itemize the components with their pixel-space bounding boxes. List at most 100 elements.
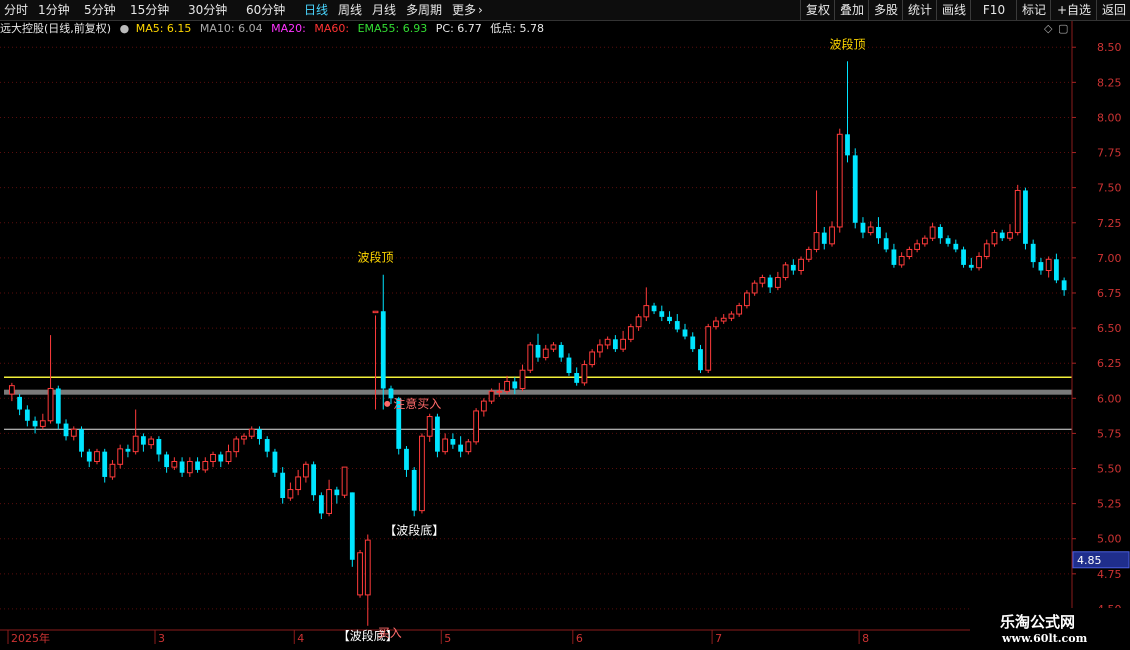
more-chevron-icon[interactable]: › [478, 0, 483, 20]
watermark-title: 乐淘公式网 [1000, 613, 1076, 631]
period-tab-7[interactable]: 周线 [338, 0, 362, 20]
candle-93 [728, 311, 735, 322]
candle-59 [465, 439, 472, 455]
candle-106 [829, 221, 835, 247]
candle-body-8 [70, 428, 77, 437]
candle-64 [504, 375, 510, 395]
period-tab-8[interactable]: 月线 [372, 0, 396, 20]
candle-body-68 [535, 344, 541, 358]
y-tick-label-6: 6.00 [1097, 392, 1122, 405]
candle-78 [612, 335, 618, 352]
candle-84 [659, 305, 665, 322]
candlestick-chart[interactable]: 4.504.755.005.255.505.756.006.256.506.75… [0, 0, 1130, 650]
candle-122 [953, 239, 959, 253]
candle-body-99 [774, 277, 781, 288]
y-tick-label-10: 7.00 [1097, 252, 1122, 265]
window-icon[interactable]: ▢ [1058, 22, 1068, 35]
candle-body-22 [179, 461, 185, 473]
candle-72 [566, 353, 572, 376]
candle-body-134 [1045, 258, 1052, 272]
period-tab-10[interactable]: 更多 [452, 0, 476, 20]
toolbar-button-4[interactable]: 画线 [936, 0, 971, 20]
candle-body-89 [698, 349, 703, 371]
period-tab-9[interactable]: 多周期 [406, 0, 442, 20]
candle-body-104 [813, 232, 820, 250]
candle-body-51 [404, 448, 409, 470]
candle-body-67 [527, 344, 534, 371]
candle-body-1 [17, 396, 23, 410]
period-tab-4[interactable]: 30分钟 [188, 0, 227, 20]
candle-17 [141, 433, 146, 452]
candle-body-2 [24, 409, 30, 421]
candle-body-58 [458, 444, 464, 452]
period-tab-0[interactable]: 分时 [4, 0, 28, 20]
toolbar-button-0[interactable]: 复权 [800, 0, 835, 20]
candle-56 [442, 433, 449, 455]
candle-132 [1030, 239, 1036, 268]
candle-body-24 [195, 461, 200, 470]
toolbar-button-7[interactable]: +自选 [1050, 0, 1097, 20]
toolbar-button-1[interactable]: 叠加 [834, 0, 869, 20]
candle-body-130 [1014, 189, 1021, 234]
period-tab-2[interactable]: 5分钟 [84, 0, 116, 20]
candle-body-14 [117, 448, 124, 465]
candle-body-135 [1053, 259, 1059, 281]
candle-51 [404, 446, 409, 477]
period-tab-6[interactable]: 日线 [304, 0, 328, 20]
candle-22 [179, 457, 185, 477]
candle-body-62 [488, 390, 495, 402]
annotation-2: 注意买入 [393, 396, 441, 411]
candle-body-132 [1030, 243, 1036, 263]
candle-70 [550, 342, 557, 352]
diamond-icon[interactable]: ◇ [1044, 22, 1052, 35]
ma20-readout: MA20: [271, 22, 306, 35]
candle-body-69 [542, 348, 549, 359]
candle-body-9 [79, 429, 84, 452]
period-tab-1[interactable]: 1分钟 [38, 0, 70, 20]
grid-lines [0, 46, 1072, 610]
candle-body-7 [63, 423, 69, 437]
candle-body-60 [473, 410, 480, 443]
candle-body-122 [953, 243, 959, 250]
candle-body-107 [836, 133, 843, 228]
candle-134 [1045, 256, 1052, 278]
candle-99 [774, 271, 781, 291]
period-tab-3[interactable]: 15分钟 [130, 0, 169, 20]
candle-58 [458, 436, 464, 458]
toolbar-button-6[interactable]: 标记 [1016, 0, 1051, 20]
candle-body-12 [102, 451, 108, 477]
candle-body-105 [821, 232, 827, 244]
candle-68 [535, 333, 541, 362]
y-tick-label-9: 6.75 [1097, 287, 1122, 300]
candle-7 [63, 419, 69, 441]
candle-body-55 [435, 416, 440, 452]
candle-31 [248, 426, 255, 440]
toolbar-button-3[interactable]: 统计 [902, 0, 937, 20]
candle-body-121 [945, 238, 951, 244]
toolbar-button-8[interactable]: 返回 [1096, 0, 1130, 20]
y-tick-label-14: 8.00 [1097, 111, 1122, 124]
candle-33 [264, 436, 270, 458]
candle-45 [357, 549, 363, 598]
candle-92 [720, 314, 727, 324]
settings-icon[interactable]: ● [120, 22, 130, 35]
candle-118 [921, 235, 928, 247]
candle-body-91 [713, 320, 719, 328]
ma60-readout: MA60: [314, 22, 350, 35]
candle-113 [883, 232, 889, 253]
toolbar-button-2[interactable]: 多股 [868, 0, 903, 20]
candle-5 [47, 335, 54, 424]
candle-88 [690, 332, 696, 352]
candle-body-106 [829, 226, 835, 245]
period-tab-5[interactable]: 60分钟 [246, 0, 285, 20]
candle-129 [1007, 224, 1013, 242]
candle-6 [55, 385, 61, 430]
toolbar-button-5[interactable]: F10 [970, 0, 1017, 20]
annotation-3: 【波段底】 [384, 522, 444, 537]
candle-body-76 [596, 344, 603, 353]
candle-9 [79, 426, 84, 458]
candle-body-47 [372, 310, 379, 314]
candle-body-92 [720, 317, 727, 322]
candle-body-103 [805, 248, 812, 260]
y-tick-label-3: 5.25 [1097, 498, 1122, 511]
